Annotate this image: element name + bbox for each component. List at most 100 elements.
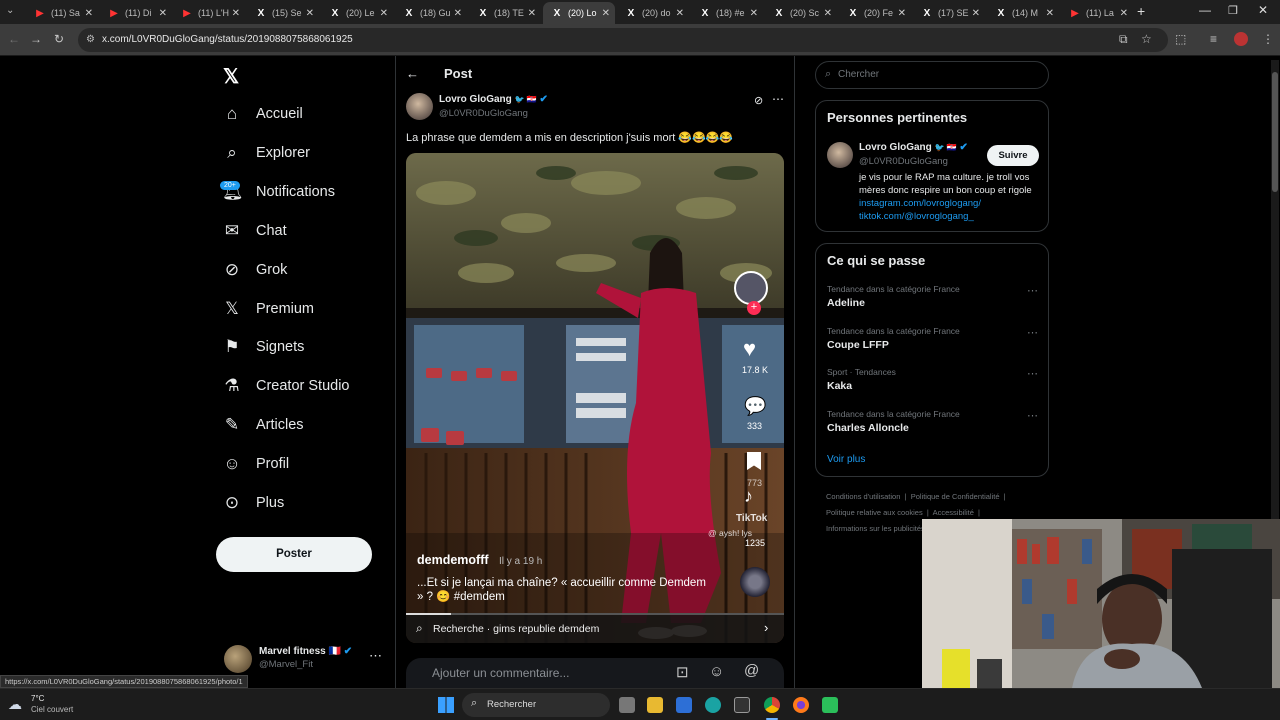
see-more-link[interactable]: Voir plus <box>827 454 865 465</box>
close-tab-icon[interactable]: ✕ <box>1046 8 1054 19</box>
close-tab-icon[interactable]: ✕ <box>454 8 462 19</box>
trend-item[interactable]: Tendance dans la catégorie France Coupe L… <box>827 326 1042 362</box>
search-input[interactable]: ⌕ Chercher <box>815 61 1049 89</box>
store-icon[interactable] <box>676 697 692 713</box>
close-tab-icon[interactable]: ✕ <box>972 8 980 19</box>
browser-tab[interactable]: ▶ (11) Sa ✕ <box>26 2 98 24</box>
close-tab-icon[interactable]: ✕ <box>528 8 536 19</box>
close-tab-icon[interactable]: ✕ <box>380 8 388 19</box>
close-window-button[interactable]: ✕ <box>1258 3 1268 17</box>
install-app-icon[interactable]: ⧉ <box>1119 32 1128 47</box>
comment-input[interactable]: Ajouter un commentaire... <box>432 666 569 680</box>
browser-tab[interactable]: ▶ (11) Di ✕ <box>100 2 172 24</box>
trend-item[interactable]: Tendance dans la catégorie France Adeline… <box>827 284 1042 320</box>
trend-item[interactable]: Tendance dans la catégorie France Charles… <box>827 409 1042 445</box>
browser-tab[interactable]: X (18) TE ✕ <box>469 2 541 24</box>
author-avatar[interactable] <box>406 93 433 120</box>
sidebar-item-accueil[interactable]: ⌂ Accueil <box>222 99 303 129</box>
close-tab-icon[interactable]: ✕ <box>159 8 167 19</box>
browser-tab[interactable]: ▶ (11) L'H ✕ <box>173 2 245 24</box>
scrollbar-thumb[interactable] <box>1272 72 1278 192</box>
close-tab-icon[interactable]: ✕ <box>85 8 93 19</box>
more-dots-icon[interactable]: ⋯ <box>1027 284 1038 297</box>
browser-tab[interactable]: X (15) Se ✕ <box>247 2 319 24</box>
firefox-icon[interactable] <box>793 697 809 713</box>
edge-icon[interactable] <box>705 697 721 713</box>
mention-icon[interactable]: @ <box>744 662 759 679</box>
browser-tab[interactable]: X (18) Gu ✕ <box>395 2 467 24</box>
close-tab-icon[interactable]: ✕ <box>232 8 240 19</box>
forward-arrow-icon[interactable]: → <box>30 32 42 46</box>
more-dots-icon[interactable]: ⋯ <box>1027 409 1038 422</box>
sidebar-item-grok[interactable]: ⊘ Grok <box>222 255 288 285</box>
bookmark-star-icon[interactable]: ☆ <box>1141 32 1152 46</box>
maximize-button[interactable]: ❐ <box>1228 4 1238 17</box>
video-search-bar[interactable]: ⌕ Recherche · gims republie demdem › <box>406 615 784 643</box>
footer-link[interactable]: Politique relative aux cookies <box>826 508 923 517</box>
sidebar-item-plus[interactable]: ⊙ Plus <box>222 488 284 518</box>
more-dots-icon[interactable]: ⋯ <box>1027 326 1038 339</box>
close-tab-icon[interactable]: ✕ <box>750 8 758 19</box>
browser-tab[interactable]: X (20) Fe ✕ <box>839 2 911 24</box>
site-info-icon[interactable]: ⚙ <box>86 28 95 52</box>
new-tab-button[interactable]: + <box>1137 3 1145 19</box>
browser-tab[interactable]: X (20) Le ✕ <box>321 2 393 24</box>
sidebar-item-premium[interactable]: 𝕏 Premium <box>222 294 314 324</box>
follow-button[interactable]: Suivre <box>987 145 1039 166</box>
media-controls-icon[interactable]: ≡ <box>1210 32 1217 46</box>
file-explorer-icon[interactable] <box>647 697 663 713</box>
obs-icon[interactable] <box>822 697 838 713</box>
footer-link[interactable]: Conditions d'utilisation <box>826 492 900 501</box>
chrome-icon[interactable] <box>764 697 780 713</box>
footer-link[interactable]: Informations sur les publicités <box>826 524 925 533</box>
footer-link[interactable]: Accessibilité <box>933 508 974 517</box>
x-logo-icon[interactable]: 𝕏 <box>223 64 239 89</box>
footer-link[interactable]: Politique de Confidentialité <box>911 492 1000 501</box>
close-tab-icon[interactable]: ✕ <box>898 8 906 19</box>
browser-tab[interactable]: X (20) do ✕ <box>617 2 689 24</box>
app-icon[interactable] <box>734 697 750 713</box>
back-arrow-icon[interactable]: ← <box>8 32 20 46</box>
close-tab-icon[interactable]: ✕ <box>306 8 314 19</box>
browser-tab[interactable]: X (20) Sc ✕ <box>765 2 837 24</box>
author-name[interactable]: Lovro GloGang 🐦 🇭🇷 ✔ <box>439 94 548 105</box>
browser-tab[interactable]: X (17) SE ✕ <box>913 2 985 24</box>
browser-tab[interactable]: X (20) Lo ✕ <box>543 2 615 24</box>
sidebar-item-profil[interactable]: ☺ Profil <box>222 449 289 479</box>
extensions-icon[interactable]: ⬚ <box>1175 32 1186 46</box>
taskbar-search[interactable]: ⌕ Rechercher <box>462 693 610 717</box>
close-tab-icon[interactable]: ✕ <box>1120 8 1128 19</box>
task-view-icon[interactable] <box>619 697 635 713</box>
post-media[interactable]: + ♥ 17.8 K 💬 333 773 ♪ TikTok @ aysh! ly… <box>406 153 784 643</box>
account-switcher[interactable]: Marvel fitness 🇫🇷 ✔ @Marvel_Fit ⋯ <box>222 643 387 675</box>
more-dots-icon[interactable]: ⋯ <box>772 92 784 106</box>
grok-icon[interactable]: ⊘ <box>754 94 763 107</box>
back-button[interactable]: ← <box>406 66 419 81</box>
browser-tab[interactable]: X (18) #e ✕ <box>691 2 763 24</box>
close-tab-icon[interactable]: ✕ <box>602 8 610 19</box>
more-dots-icon[interactable]: ⋯ <box>1027 367 1038 380</box>
sidebar-item-chat[interactable]: ✉ Chat <box>222 216 287 246</box>
profile-avatar[interactable] <box>1234 32 1248 46</box>
sidebar-item-notifications[interactable]: 🔔︎ Notifications <box>222 177 335 207</box>
bio-link-instagram[interactable]: instagram.com/lovroglogang/ <box>859 198 981 209</box>
browser-tab[interactable]: X (14) M ✕ <box>987 2 1059 24</box>
bio-link-tiktok[interactable]: tiktok.com/@lovroglogang_ <box>859 211 974 222</box>
sidebar-item-explorer[interactable]: ⌕ Explorer <box>222 138 310 168</box>
close-tab-icon[interactable]: ✕ <box>676 8 684 19</box>
sidebar-item-creator-studio[interactable]: ⚗ Creator Studio <box>222 371 349 401</box>
sidebar-item-signets[interactable]: ⚑ Signets <box>222 332 304 362</box>
emoji-icon[interactable]: ☺ <box>709 663 724 680</box>
address-bar[interactable]: ⚙ x.com/L0VR0DuGloGang/status/2019088075… <box>78 28 1168 52</box>
trend-item[interactable]: Sport · Tendances Kaka ⋯ <box>827 367 1042 403</box>
image-icon[interactable]: ⊡ <box>676 663 689 681</box>
close-tab-icon[interactable]: ✕ <box>824 8 832 19</box>
post-button[interactable]: Poster <box>216 537 372 572</box>
reload-icon[interactable]: ↻ <box>54 32 64 46</box>
person-name[interactable]: Lovro GloGang 🐦 🇭🇷 ✔ <box>859 142 968 153</box>
windows-start-icon[interactable] <box>438 697 454 713</box>
weather-icon[interactable]: ☁ <box>8 696 22 713</box>
tab-list-chevron-icon[interactable]: ⌄ <box>6 5 14 16</box>
browser-menu-icon[interactable]: ⋮ <box>1262 32 1274 46</box>
minimize-button[interactable]: — <box>1199 3 1211 17</box>
